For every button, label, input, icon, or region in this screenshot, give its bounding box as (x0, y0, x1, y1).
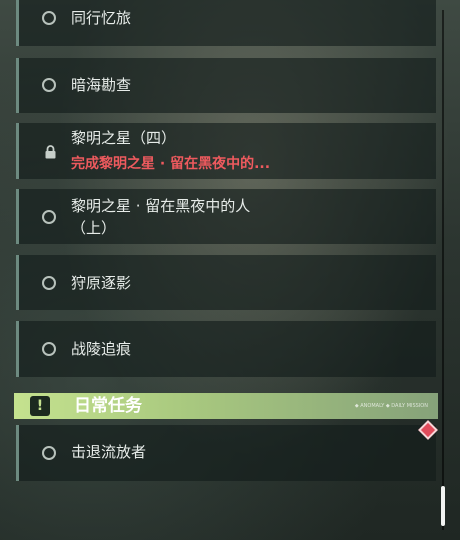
circle-status-icon (42, 210, 56, 224)
scrollbar-track[interactable] (442, 10, 444, 530)
circle-status-icon (42, 342, 56, 356)
quest-title: 战陵追痕 (71, 340, 132, 358)
alert-icon: ! (30, 396, 50, 416)
quest-item[interactable]: 战陵追痕 (16, 321, 436, 377)
scrollbar-thumb[interactable] (441, 486, 445, 526)
daily-quest-item[interactable]: 击退流放者 (16, 425, 436, 481)
circle-status-icon (42, 78, 56, 92)
quest-title: 狩原逐影 (71, 274, 132, 292)
circle-status-icon (42, 446, 56, 460)
quest-title: 黎明之星（四） (71, 129, 177, 147)
circle-status-icon (42, 276, 56, 290)
quest-title: 同行忆旅 (71, 9, 132, 27)
section-header-daily[interactable]: ! 日常任务 ◆ ANOMALY ◆ DAILY MISSION (14, 393, 438, 419)
quest-item[interactable]: 同行忆旅 (16, 0, 436, 46)
quest-title: 暗海勘查 (71, 76, 132, 94)
quest-item[interactable]: 狩原逐影 (16, 255, 436, 310)
quest-item[interactable]: 黎明之星 · 留在黑夜中的人 （上） (16, 189, 436, 244)
section-small-text: ◆ ANOMALY ◆ DAILY MISSION (354, 403, 428, 409)
lock-icon (45, 145, 56, 159)
section-title: 日常任务 (74, 396, 142, 416)
quest-list-panel: 同行忆旅 暗海勘查 黎明之星（四） 完成黎明之星 · 留在黑夜中的... 黎明之… (0, 0, 460, 540)
quest-title-line2: （上） (71, 219, 117, 237)
quest-title: 击退流放者 (71, 443, 147, 461)
circle-status-icon (42, 11, 56, 25)
quest-item-locked[interactable]: 黎明之星（四） 完成黎明之星 · 留在黑夜中的... (16, 123, 436, 179)
quest-requirement: 完成黎明之星 · 留在黑夜中的... (71, 156, 271, 172)
quest-item[interactable]: 暗海勘查 (16, 58, 436, 113)
quest-title-line1: 黎明之星 · 留在黑夜中的人 (71, 197, 251, 215)
